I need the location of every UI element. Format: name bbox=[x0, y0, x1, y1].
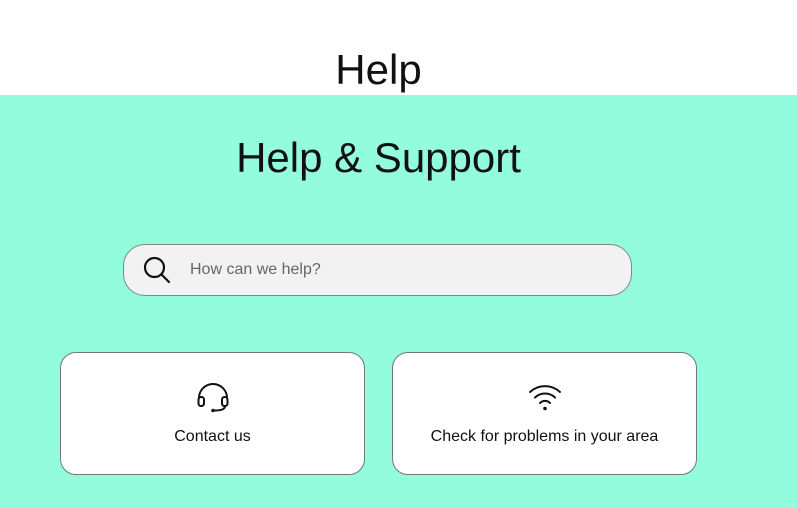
wifi-icon bbox=[393, 381, 696, 413]
search-box[interactable] bbox=[123, 244, 632, 296]
check-problems-card[interactable]: Check for problems in your area bbox=[392, 352, 697, 475]
page-title: Help bbox=[335, 46, 422, 93]
hero-title: Help & Support bbox=[236, 134, 521, 181]
search-icon[interactable] bbox=[142, 255, 172, 285]
help-support-section: Help & Support Contact us bbox=[0, 95, 797, 508]
check-problems-label: Check for problems in your area bbox=[430, 428, 659, 445]
top-bar: Help bbox=[0, 0, 797, 95]
headset-icon bbox=[61, 381, 364, 413]
search-input[interactable] bbox=[190, 250, 631, 290]
contact-us-card[interactable]: Contact us bbox=[60, 352, 365, 475]
contact-us-label: Contact us bbox=[174, 428, 251, 445]
